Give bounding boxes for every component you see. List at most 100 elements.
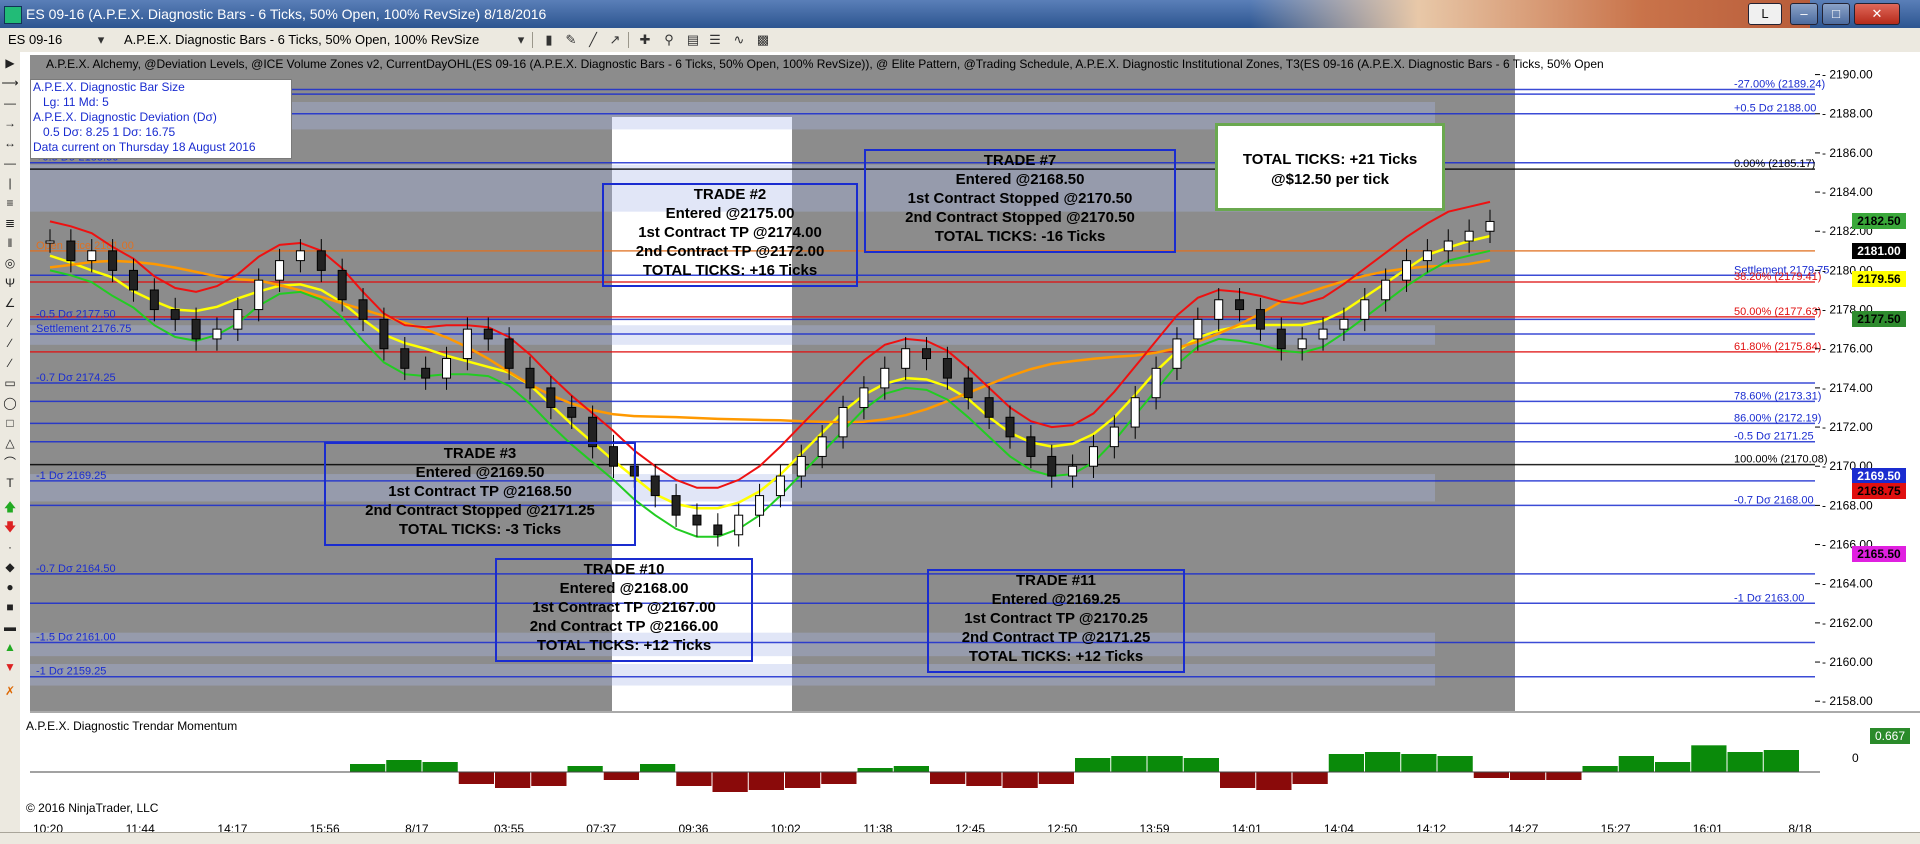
horizontal-scrollbar[interactable]: [0, 832, 1920, 844]
risk-reward-icon[interactable]: ▭: [1, 374, 19, 392]
ellipse-icon[interactable]: ◯: [1, 394, 19, 412]
regression-channel-icon[interactable]: ∕: [1, 314, 19, 332]
arrow-up-icon[interactable]: 🡅: [1, 498, 19, 516]
pointer-icon[interactable]: ↗: [606, 31, 624, 49]
momentum-bar: [567, 766, 603, 772]
line-icon[interactable]: —: [1, 94, 19, 112]
instrument-selector[interactable]: ES 09-16: [8, 31, 62, 49]
horizontal-line-icon[interactable]: ―: [1, 154, 19, 172]
momentum-panel: [30, 714, 1515, 814]
candle-body: [567, 406, 577, 418]
momentum-bar: [1002, 772, 1038, 788]
strategies-icon[interactable]: ▩: [754, 31, 772, 49]
price-tick-label: - 2160.00: [1822, 655, 1873, 669]
trade-3-box: TRADE #3 Entered @2169.50 1st Contract T…: [324, 442, 636, 546]
trend-channel-icon[interactable]: ∕: [1, 334, 19, 352]
momentum-bar: [1763, 750, 1799, 772]
candle-body: [650, 475, 660, 497]
fib-circle-icon[interactable]: ◎: [1, 254, 19, 272]
circle-icon[interactable]: ●: [1, 578, 19, 596]
instrument-dropdown-icon[interactable]: ▾: [92, 31, 110, 49]
level-label: 38.20% (2179.41): [1734, 271, 1821, 283]
triangle-down-icon[interactable]: ▼: [1, 658, 19, 676]
trade-2-contract-1: 1st Contract TP @2174.00: [638, 224, 822, 241]
price-badge: 2168.75: [1852, 482, 1906, 499]
minimize-button[interactable]: –: [1790, 3, 1818, 25]
trade-7-entry: Entered @2168.50: [955, 171, 1085, 188]
ray-icon[interactable]: ⟶: [1, 74, 19, 92]
andrews-pitchfork-icon[interactable]: Ψ: [1, 274, 19, 292]
level-label: 86.00% (2172.19): [1734, 412, 1821, 424]
square-icon[interactable]: ■: [1, 598, 19, 616]
candle-body: [87, 250, 97, 262]
momentum-bar: [821, 772, 857, 784]
candle-body: [1464, 230, 1474, 242]
zoom-icon[interactable]: ⚲: [660, 31, 678, 49]
candle-body: [233, 309, 243, 330]
square-outline-icon[interactable]: ▬: [1, 618, 19, 636]
close-button[interactable]: ✕: [1854, 3, 1900, 25]
triangle-icon[interactable]: △: [1, 434, 19, 452]
rectangle-icon[interactable]: □: [1, 414, 19, 432]
trade-3-title: TRADE #3: [443, 445, 517, 462]
bar-type-selector[interactable]: A.P.E.X. Diagnostic Bars - 6 Ticks, 50% …: [124, 31, 479, 49]
arrow-down-icon[interactable]: 🡇: [1, 518, 19, 536]
indicator-list: A.P.E.X. Alchemy, @Deviation Levels, @IC…: [46, 57, 1604, 71]
trade-10-entry: Entered @2168.00: [559, 580, 689, 597]
trade-10-title: TRADE #10: [583, 561, 665, 578]
candle-body: [880, 367, 890, 389]
fib-retracement-icon[interactable]: ≡: [1, 194, 19, 212]
bar-style-icon[interactable]: ▮: [540, 31, 558, 49]
price-tick-label: - 2190.00: [1822, 68, 1873, 82]
bar-type-dropdown-icon[interactable]: ▾: [512, 31, 530, 49]
text-icon[interactable]: T: [1, 474, 19, 492]
cursor-icon[interactable]: ▶: [1, 54, 19, 72]
candle-body: [1214, 299, 1224, 320]
level-label: Settlement 2176.75: [36, 323, 131, 335]
trade-2-entry: Entered @2175.00: [665, 205, 795, 222]
toolbar-separator: [628, 32, 629, 48]
data-box-icon[interactable]: ▤: [684, 31, 702, 49]
candle-body: [462, 328, 472, 360]
fib-time-icon[interactable]: ‖: [1, 234, 19, 252]
candle-body: [400, 348, 410, 369]
extended-line-icon[interactable]: ↔: [1, 134, 19, 152]
vertical-line-icon[interactable]: |: [1, 174, 19, 192]
candle-body: [942, 358, 952, 379]
trade-7-contract-1: 1st Contract Stopped @2170.50: [907, 190, 1133, 207]
triangle-up-icon[interactable]: ▲: [1, 638, 19, 656]
level-label: 100.00% (2170.08): [1734, 454, 1828, 466]
fib-extension-icon[interactable]: ≣: [1, 214, 19, 232]
candle-body: [671, 495, 681, 516]
indicators-icon[interactable]: ∿: [730, 31, 748, 49]
diamond-icon[interactable]: ◆: [1, 558, 19, 576]
remove-drawings-icon[interactable]: ✗: [1, 682, 19, 700]
drawing-tools-bar: ▶ ⟶ — → ↔ ― | ≡ ≣ ‖ ◎ Ψ ∠ ∕ ∕ ∕ ▭ ◯ □ △ …: [0, 52, 21, 837]
pencil-icon[interactable]: ✎: [562, 31, 580, 49]
ruler-icon[interactable]: ∕: [1, 354, 19, 372]
dot-icon[interactable]: ·: [1, 538, 19, 556]
momentum-bar: [1582, 766, 1618, 772]
draw-tool-icon[interactable]: ╱: [584, 31, 602, 49]
arrow-line-icon[interactable]: →: [1, 114, 19, 132]
gann-fan-icon[interactable]: ∠: [1, 294, 19, 312]
momentum-bar: [1655, 762, 1691, 772]
level-label: 78.60% (2173.31): [1734, 390, 1821, 402]
candle-body: [316, 250, 326, 271]
momentum-bar: [350, 764, 386, 772]
momentum-bar: [966, 772, 1002, 786]
candle-body: [170, 309, 180, 320]
properties-icon[interactable]: ☰: [706, 31, 724, 49]
window-titlebar: ES 09-16 (A.P.E.X. Diagnostic Bars - 6 T…: [0, 0, 1920, 28]
language-button[interactable]: L: [1748, 3, 1782, 25]
price-badge: 2177.50: [1852, 311, 1906, 328]
candle-body: [525, 367, 535, 389]
momentum-bar: [531, 772, 567, 786]
momentum-bar: [1038, 772, 1074, 784]
trade-3-entry: Entered @2169.50: [415, 464, 545, 481]
info-line-4: 0.5 Dσ: 8.25 1 Dσ: 16.75: [43, 125, 176, 139]
arc-icon[interactable]: ⌒: [1, 454, 19, 472]
maximize-button[interactable]: □: [1822, 3, 1850, 25]
candle-body: [1026, 436, 1036, 457]
crosshair-icon[interactable]: ✚: [636, 31, 654, 49]
